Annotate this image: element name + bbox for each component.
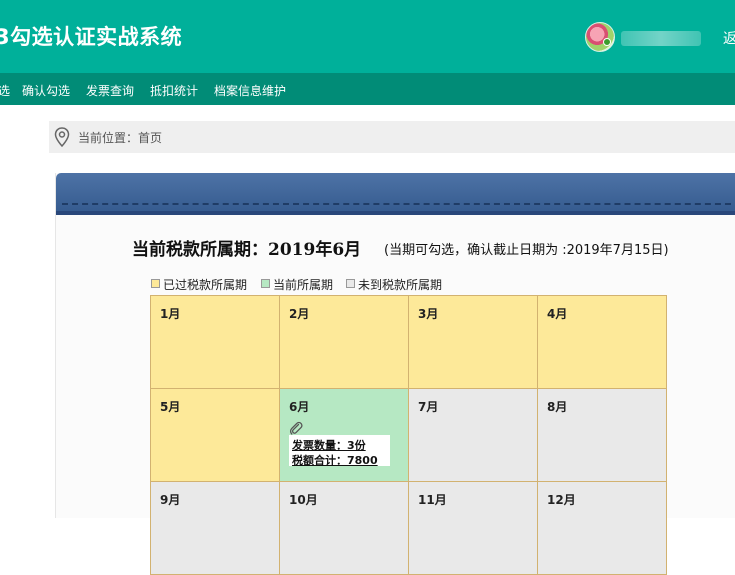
legend-swatch-current <box>261 279 270 288</box>
legend-label-current: 当前所属期 <box>273 278 334 292</box>
month-cell-7[interactable]: 7月 <box>408 388 538 482</box>
month-label: 5月 <box>160 400 181 414</box>
month-label: 2月 <box>289 307 310 321</box>
location-pin-icon <box>54 127 70 147</box>
month-cell-12[interactable]: 12月 <box>537 481 667 575</box>
legend-label-past: 已过税款所属期 <box>163 278 248 292</box>
month-cell-1[interactable]: 1月 <box>150 295 280 389</box>
app-title: 3勾选认证实战系统 <box>0 25 183 49</box>
month-cell-2[interactable]: 2月 <box>279 295 409 389</box>
month-label: 1月 <box>160 307 181 321</box>
nav-item-invoice-query[interactable]: 发票查询 <box>86 82 134 99</box>
month-label: 10月 <box>289 493 318 507</box>
month-label: 6月 <box>289 400 310 414</box>
legend-swatch-future <box>346 279 355 288</box>
month-cell-11[interactable]: 11月 <box>408 481 538 575</box>
breadcrumb-label: 当前位置： <box>78 131 139 145</box>
month-cell-6[interactable]: 6月 发票数量：3份 税额合计：7800 <box>279 388 409 482</box>
month-label: 8月 <box>547 400 568 414</box>
month-cell-4[interactable]: 4月 <box>537 295 667 389</box>
current-period-title: 当前税款所属期：2019年6月 <box>132 240 362 260</box>
month-label: 9月 <box>160 493 181 507</box>
breadcrumb-home-link[interactable]: 首页 <box>138 129 162 146</box>
month-label: 4月 <box>547 307 568 321</box>
invoice-summary[interactable]: 发票数量：3份 税额合计：7800 <box>289 435 390 468</box>
current-period-note: (当期可勾选，确认截止日期为 :2019年7月15日) <box>384 243 669 258</box>
legend-label-future: 未到税款所属期 <box>358 278 443 292</box>
month-cell-8[interactable]: 8月 <box>537 388 667 482</box>
nav-item-confirm-select[interactable]: 确认勾选 <box>22 82 70 99</box>
banner-bottom-edge <box>56 211 735 215</box>
tax-total[interactable]: 税额合计：7800 <box>292 452 378 468</box>
banner <box>56 173 735 214</box>
user-avatar[interactable] <box>585 22 615 52</box>
nav-item-deduction-stats[interactable]: 抵扣统计 <box>150 82 198 99</box>
paperclip-icon <box>289 421 303 435</box>
month-label: 11月 <box>418 493 447 507</box>
month-label: 12月 <box>547 493 576 507</box>
month-cell-5[interactable]: 5月 <box>150 388 280 482</box>
nav-item-select[interactable]: 选 <box>0 82 10 99</box>
month-cell-10[interactable]: 10月 <box>279 481 409 575</box>
username-redacted <box>621 31 701 46</box>
logout-link[interactable]: 返 <box>723 28 735 48</box>
app-header: 3勾选认证实战系统 返 <box>0 0 735 73</box>
banner-stitch <box>62 203 735 205</box>
month-label: 3月 <box>418 307 439 321</box>
invoice-count[interactable]: 发票数量：3份 <box>292 437 366 453</box>
avatar-status-dot <box>603 38 611 46</box>
month-label: 7月 <box>418 400 439 414</box>
nav-item-profile-maintenance[interactable]: 档案信息维护 <box>214 82 286 99</box>
breadcrumb: 当前位置： 首页 <box>49 121 735 153</box>
month-cell-3[interactable]: 3月 <box>408 295 538 389</box>
main-nav: 选 确认勾选 发票查询 抵扣统计 档案信息维护 <box>0 73 735 105</box>
main-card: 当前税款所属期：2019年6月 (当期可勾选，确认截止日期为 :2019年7月1… <box>55 173 735 575</box>
month-cell-9[interactable]: 9月 <box>150 481 280 575</box>
legend-swatch-past <box>151 279 160 288</box>
